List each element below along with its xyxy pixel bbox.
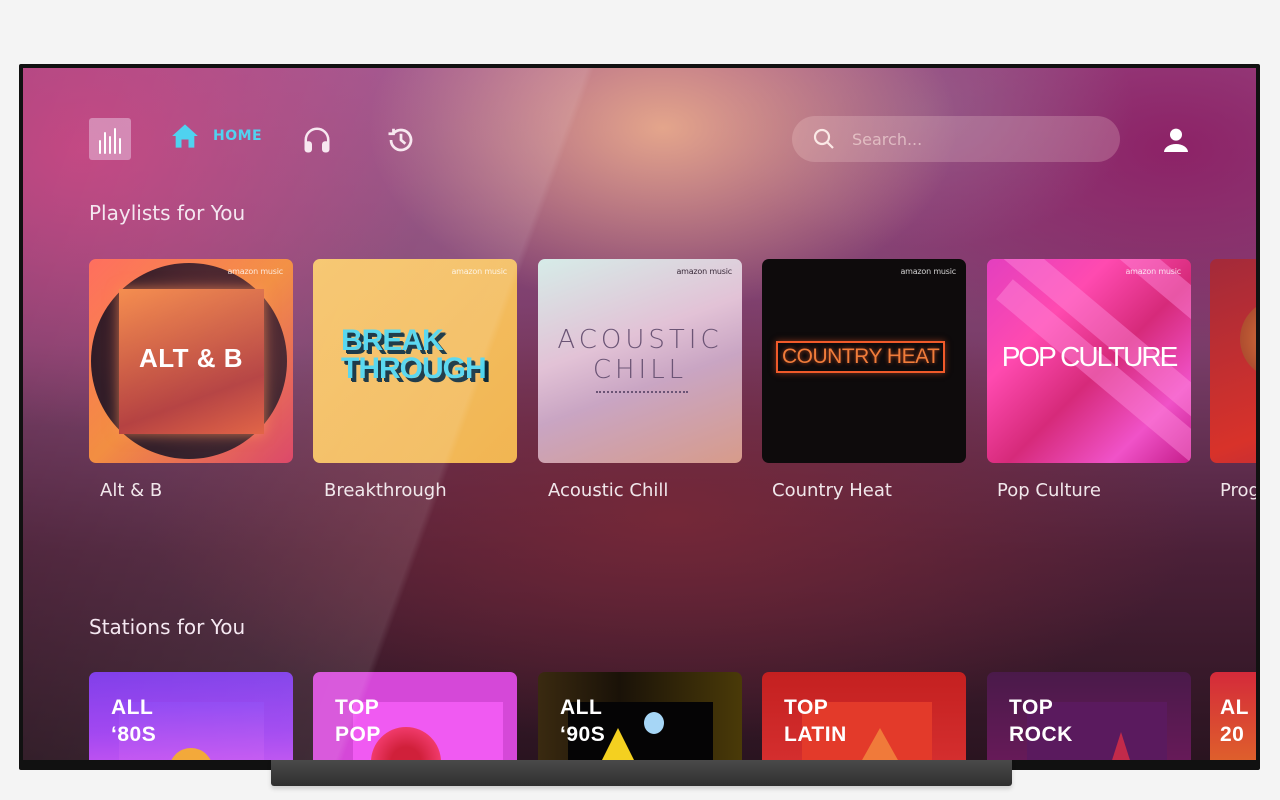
station-title-line2: ROCK [1009,723,1073,746]
playlist-art-text: BREAK THROUGH [341,324,487,385]
playlist-label[interactable]: Pop Culture [997,480,1101,501]
playlist-tile-prog[interactable] [1210,259,1256,463]
user-icon [1164,128,1188,152]
section-title-playlists: Playlists for You [89,201,246,225]
station-title-line2: POP [335,723,381,746]
art-dot [644,712,664,734]
search-icon [813,128,834,149]
station-title: ALL ‘80S [111,694,156,748]
station-title: ALL ‘90S [560,694,605,748]
art-peak [1107,732,1135,760]
playlist-tile-pop-culture[interactable]: POP CULTURE amazon music [987,259,1191,463]
playlist-label[interactable]: Country Heat [772,480,892,501]
search-bar[interactable] [792,116,1120,162]
brand-mark: amazon music [451,267,507,276]
nav-library[interactable] [301,124,333,156]
tv-screen: HOME Playlists for You ALT & B [23,68,1256,760]
nav-home[interactable]: HOME [171,122,262,150]
playlist-art-text: COUNTRY HEAT [776,341,946,373]
station-title-line1: TOP [335,696,380,719]
station-title-line1: ALL [111,696,154,719]
brand-mark: amazon music [676,267,732,276]
station-title: TOP LATIN [784,694,847,748]
equalizer-logo-icon[interactable] [89,118,131,160]
playlist-label[interactable]: Alt & B [100,480,162,501]
station-tile-top-pop[interactable]: TOP POP [313,672,517,760]
playlist-tile-country-heat[interactable]: COUNTRY HEAT amazon music [762,259,966,463]
brand-mark: amazon music [1125,267,1181,276]
station-tile-top-latin[interactable]: TOP LATIN [762,672,966,760]
playlist-tile-acoustic-chill[interactable]: ACOUSTIC CHILL amazon music [538,259,742,463]
headphones-icon [304,127,330,153]
brand-mark: amazon music [900,267,956,276]
nav-recent[interactable] [385,124,417,156]
tv-stand [271,760,1012,786]
art-burst [852,728,908,760]
history-clock-icon [388,128,413,152]
playlist-label[interactable]: Breakthrough [324,480,447,501]
station-title: TOP ROCK [1009,694,1073,748]
station-title-line1: TOP [784,696,829,719]
playlist-tile-alt-b[interactable]: ALT & B amazon music [89,259,293,463]
profile-button[interactable] [1160,124,1192,156]
station-title: TOP POP [335,694,381,748]
playlist-art-text: ACOUSTIC CHILL [557,325,723,385]
station-title-line2: LATIN [784,723,847,746]
section-title-stations: Stations for You [89,615,246,639]
station-title-line1: AL [1220,696,1249,719]
wave-decoration [596,391,688,397]
station-tile-all-90s[interactable]: ALL ‘90S [538,672,742,760]
station-title-line1: ALL [560,696,603,719]
playlist-tile-breakthrough[interactable]: BREAK THROUGH amazon music [313,259,517,463]
playlist-art-text: ALT & B [138,343,244,373]
art-planet [1240,299,1256,379]
station-title-line2: ‘90S [560,723,606,746]
playlist-label[interactable]: Acoustic Chill [548,480,668,501]
playlist-art-text: POP CULTURE [1001,341,1179,372]
nav-home-label: HOME [213,128,263,144]
playlist-label[interactable]: Prog [1220,480,1256,501]
station-title-line2: ‘80S [111,723,157,746]
station-title-line2: 20 [1220,723,1245,746]
station-title-line1: TOP [1009,696,1054,719]
station-tile-all-2000s[interactable]: AL 20 [1210,672,1256,760]
home-icon [172,124,198,148]
brand-mark: amazon music [227,267,283,276]
station-tile-top-rock[interactable]: TOP ROCK [987,672,1191,760]
station-title: AL 20 [1220,694,1249,748]
search-input[interactable] [852,129,1092,149]
station-tile-all-80s[interactable]: ALL ‘80S [89,672,293,760]
